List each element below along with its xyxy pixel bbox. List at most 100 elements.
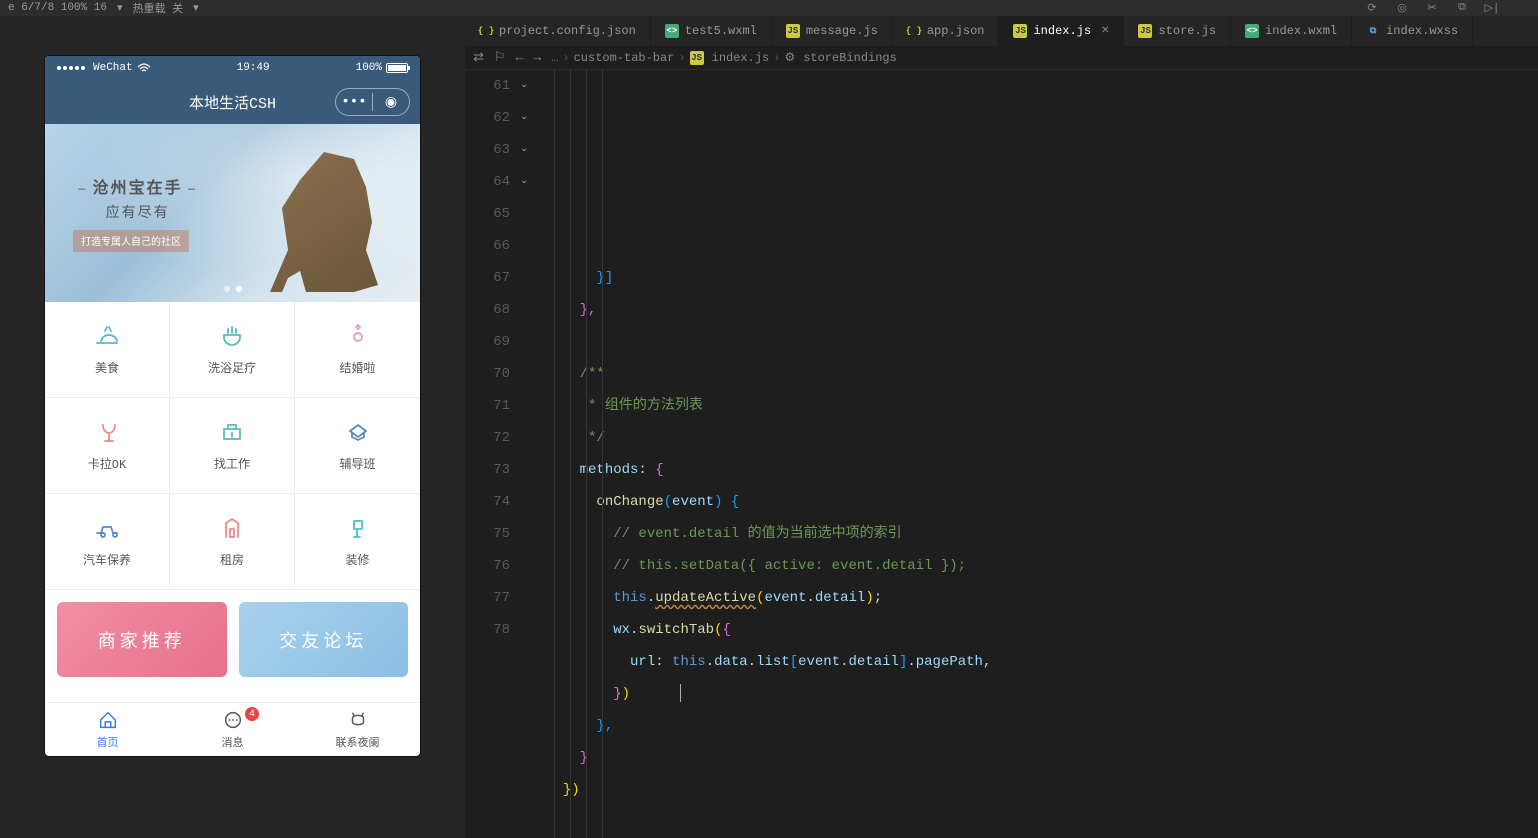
hot-reload-toggle[interactable]: 热重载 关 — [133, 0, 184, 16]
category-租房[interactable]: 租房 — [170, 494, 295, 590]
editor-tab-index.js[interactable]: JS index.js × — [999, 16, 1124, 46]
promo-card-merchant[interactable]: 商家推荐 — [57, 602, 227, 677]
compare-icon[interactable]: ⇄ — [473, 50, 484, 65]
category-label: 装修 — [345, 551, 369, 568]
category-icon — [344, 419, 372, 447]
category-icon — [93, 419, 121, 447]
tab-filename: project.config.json — [499, 24, 636, 38]
bracket-icon[interactable]: ▷| — [1484, 0, 1500, 16]
category-找工作[interactable]: 找工作 — [170, 398, 295, 494]
hero-banner[interactable]: 沧州宝在手 应有尽有 打造专属人自己的社区 — [45, 124, 420, 302]
nav-fwd-icon[interactable]: → — [533, 50, 541, 65]
category-label: 汽车保养 — [83, 551, 131, 568]
category-辅导班[interactable]: 辅导班 — [295, 398, 420, 494]
editor-tab-index.wxss[interactable]: ⧉ index.wxss — [1352, 16, 1473, 46]
devtools-topbar: e 6/7/8 100% 16 ▾ 热重载 关 ▾ ⟳ ◎ ✂ ⧉ ▷| — [0, 0, 1538, 16]
promo-card-forum[interactable]: 交友论坛 — [239, 602, 409, 677]
tab-icon — [222, 709, 244, 731]
category-label: 租房 — [220, 551, 244, 568]
category-icon — [218, 515, 246, 543]
file-icon: JS — [1138, 24, 1152, 38]
code-editor-pane: { }project.config.json<>test5.wxmlJSmess… — [465, 16, 1538, 838]
device-info[interactable]: e 6/7/8 100% 16 — [8, 2, 107, 14]
device-dropdown-icon[interactable]: ▾ — [117, 1, 123, 15]
tab-filename: index.wxss — [1386, 24, 1458, 38]
category-label: 辅导班 — [339, 455, 375, 472]
file-icon: { } — [479, 24, 493, 38]
category-label: 洗浴足疗 — [208, 359, 256, 376]
cut-icon[interactable]: ✂ — [1424, 0, 1440, 16]
category-美食[interactable]: 美食 — [45, 302, 170, 398]
category-icon — [218, 323, 246, 351]
category-label: 美食 — [95, 359, 119, 376]
breadcrumb-path[interactable]: … › custom-tab-bar › JSindex.js › ⚙store… — [551, 50, 897, 65]
hero-subtitle: 应有尽有 — [73, 202, 202, 222]
category-label: 卡拉OK — [88, 455, 126, 472]
page-title: 本地生活CSH — [189, 92, 276, 113]
crumb-seg[interactable]: custom-tab-bar — [574, 51, 675, 65]
category-洗浴足疗[interactable]: 洗浴足疗 — [170, 302, 295, 398]
tab-label: 消息 — [222, 734, 244, 750]
category-汽车保养[interactable]: 汽车保养 — [45, 494, 170, 590]
refresh-icon[interactable]: ⟳ — [1364, 0, 1380, 16]
capsule-close-icon[interactable]: ◉ — [373, 89, 409, 115]
close-icon[interactable]: × — [1101, 23, 1109, 39]
tab-消息[interactable]: 消息4 — [170, 703, 295, 756]
tab-filename: message.js — [806, 24, 878, 38]
category-装修[interactable]: 装修 — [295, 494, 420, 590]
category-icon — [93, 515, 121, 543]
editor-tab-app.json[interactable]: { } app.json — [893, 16, 1000, 46]
tab-label: 联系夜阑 — [336, 734, 380, 750]
capsule-menu: ••• ◉ — [335, 88, 410, 116]
tabbar: 首页 消息4 联系夜阑 — [45, 702, 420, 756]
nav-back-icon[interactable]: ← — [516, 50, 524, 65]
tab-filename: index.wxml — [1265, 24, 1337, 38]
tab-filename: store.js — [1158, 24, 1216, 38]
tab-filename: index.js — [1033, 24, 1091, 38]
category-结婚啦[interactable]: 结婚啦 — [295, 302, 420, 398]
editor-tab-store.js[interactable]: JS store.js — [1124, 16, 1231, 46]
category-卡拉OK[interactable]: 卡拉OK — [45, 398, 170, 494]
carousel-dots[interactable] — [224, 286, 242, 292]
crumb-seg[interactable]: storeBindings — [803, 51, 897, 65]
category-icon — [344, 515, 372, 543]
code-area[interactable]: 616263646566676869707172737475767778 ⌄⌄⌄… — [465, 70, 1538, 838]
tab-首页[interactable]: 首页 — [45, 703, 170, 756]
simulator-pane: WeChat 19:49 100% 本地生活CSH ••• ◉ — [0, 16, 465, 838]
file-icon: JS — [1013, 24, 1027, 38]
tab-icon — [347, 709, 369, 731]
battery-icon — [386, 63, 408, 73]
category-label: 找工作 — [214, 455, 250, 472]
editor-tab-message.js[interactable]: JS message.js — [772, 16, 893, 46]
tab-filename: test5.wxml — [685, 24, 757, 38]
hero-title: 沧州宝在手 — [73, 174, 202, 198]
category-icon — [93, 323, 121, 351]
file-icon: JS — [786, 24, 800, 38]
file-icon: <> — [1245, 24, 1259, 38]
external-icon[interactable]: ⧉ — [1454, 0, 1470, 16]
record-icon[interactable]: ◎ — [1394, 0, 1410, 16]
editor-tab-index.wxml[interactable]: <> index.wxml — [1231, 16, 1352, 46]
crumb-seg[interactable]: index.js — [712, 51, 770, 65]
tab-label: 首页 — [97, 734, 119, 750]
wifi-icon — [137, 63, 151, 73]
category-icon — [344, 323, 372, 351]
category-grid: 美食 洗浴足疗 结婚啦卡拉OK 找工作 辅导班汽车保养 租房 装修 — [45, 302, 420, 590]
breadcrumb-bar: ⇄ ⚐ ← → … › custom-tab-bar › JSindex.js … — [465, 46, 1538, 70]
status-bar: WeChat 19:49 100% — [45, 56, 420, 80]
capsule-more-icon[interactable]: ••• — [336, 89, 372, 115]
editor-tab-test5.wxml[interactable]: <>test5.wxml — [651, 16, 772, 46]
battery-pct: 100% — [356, 62, 382, 74]
file-icon: ⧉ — [1366, 24, 1380, 38]
tab-filename: app.json — [927, 24, 985, 38]
signal-icon — [57, 66, 85, 70]
mini-navbar: 本地生活CSH ••• ◉ — [45, 80, 420, 124]
tab-联系夜阑[interactable]: 联系夜阑 — [295, 703, 420, 756]
hot-reload-dropdown-icon[interactable]: ▾ — [193, 1, 199, 15]
phone-frame: WeChat 19:49 100% 本地生活CSH ••• ◉ — [45, 56, 420, 756]
bookmark-icon[interactable]: ⚐ — [494, 50, 506, 65]
editor-tabs: { }project.config.json<>test5.wxmlJSmess… — [465, 16, 1538, 46]
file-icon: { } — [907, 24, 921, 38]
editor-tab-project.config.json[interactable]: { } project.config.json — [465, 16, 651, 46]
hero-image — [270, 152, 390, 292]
